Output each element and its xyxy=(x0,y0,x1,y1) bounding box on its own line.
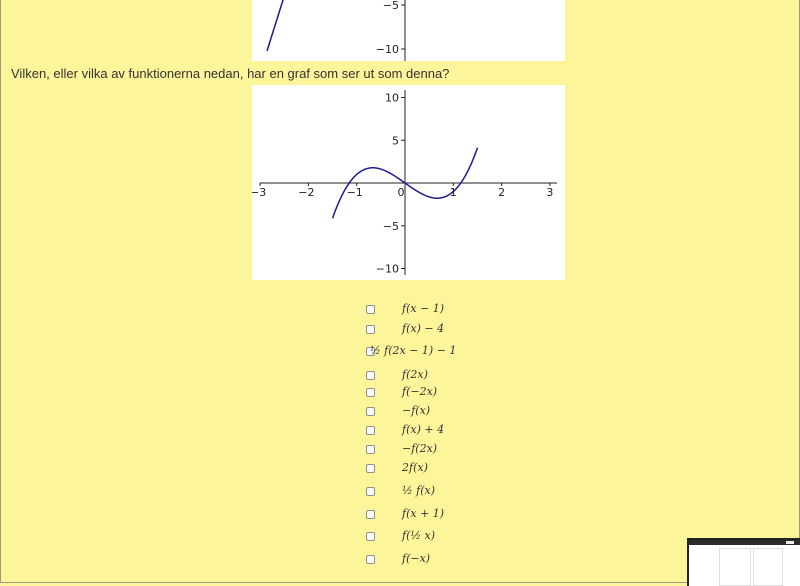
option-checkbox[interactable] xyxy=(366,531,375,541)
option-label: f(x − 1) xyxy=(402,302,445,315)
option-checkbox[interactable] xyxy=(366,554,375,564)
option-label: f(2x) xyxy=(402,368,428,381)
option-row[interactable]: f(2x) xyxy=(366,366,486,384)
option-checkbox[interactable] xyxy=(366,444,375,454)
x-tick-label: −3 xyxy=(252,186,266,199)
thumbnail-close-icon[interactable] xyxy=(786,541,794,544)
option-checkbox[interactable] xyxy=(366,486,375,496)
x-tick-label: 3 xyxy=(546,186,553,199)
graph-canvas: −3 −2 −1 0 1 2 3105−5−10 xyxy=(250,90,557,276)
option-checkbox[interactable] xyxy=(366,370,375,380)
option-checkbox[interactable] xyxy=(366,304,375,314)
option-checkbox[interactable] xyxy=(366,324,375,334)
option-label: f(½ x) xyxy=(402,529,436,542)
option-label: f(x) + 4 xyxy=(402,423,445,436)
question-text: Vilken, eller vilka av funktionerna neda… xyxy=(11,66,450,81)
option-checkbox[interactable] xyxy=(366,406,375,416)
option-label: f(x + 1) xyxy=(402,507,445,520)
option-row[interactable]: ½ f(2x − 1) − 1 xyxy=(366,342,486,360)
option-row[interactable]: f(−2x) xyxy=(366,383,486,401)
thumbnail-cell xyxy=(719,548,751,586)
x-tick-label: 2 xyxy=(498,186,505,199)
option-label: f(−2x) xyxy=(402,385,438,398)
previous-graph-canvas: −5 −10 xyxy=(266,0,406,61)
option-label: f(−x) xyxy=(402,552,431,565)
x-tick-label: 0 xyxy=(398,186,405,199)
screenshot-thumbnail[interactable] xyxy=(687,538,800,586)
option-label: f(x) − 4 xyxy=(402,322,445,335)
previous-graph-y-tick-label: −5 xyxy=(383,0,399,12)
option-row[interactable]: −f(x) xyxy=(366,402,486,420)
option-label: −f(2x) xyxy=(402,442,438,455)
y-tick-label: −10 xyxy=(376,263,399,276)
question-graph: −3 −2 −1 0 1 2 3 10 5 −5 −10 xyxy=(250,85,565,280)
x-tick-label: −2 xyxy=(298,186,314,199)
x-tick-label: −1 xyxy=(347,186,363,199)
option-row[interactable]: f(x) − 4 xyxy=(366,320,486,338)
previous-question-graph: −5 −10 xyxy=(252,0,565,61)
option-label: 2f(x) xyxy=(402,461,428,474)
option-label: ½ f(2x − 1) − 1 xyxy=(370,344,457,357)
option-label: −f(x) xyxy=(402,404,431,417)
option-checkbox[interactable] xyxy=(366,387,375,397)
option-row[interactable]: f(x + 1) xyxy=(366,505,486,523)
previous-graph-curve xyxy=(266,0,284,52)
option-row[interactable]: f(x − 1) xyxy=(366,300,486,318)
y-tick-label: −5 xyxy=(383,220,399,233)
previous-graph-y-tick-label: −10 xyxy=(376,43,399,56)
thumbnail-cell xyxy=(753,548,783,586)
option-checkbox[interactable] xyxy=(366,509,375,519)
option-row[interactable]: −f(2x) xyxy=(366,440,486,458)
option-checkbox[interactable] xyxy=(366,425,375,435)
option-row[interactable]: f(−x) xyxy=(366,550,486,568)
option-row[interactable]: f(x) + 4 xyxy=(366,421,486,439)
option-row[interactable]: f(½ x) xyxy=(366,527,486,545)
y-tick-label: 10 xyxy=(385,92,399,105)
thumbnail-titlebar xyxy=(689,540,800,545)
y-tick-label: 5 xyxy=(392,134,399,147)
option-row[interactable]: ½ f(x) xyxy=(366,482,486,500)
option-row[interactable]: 2f(x) xyxy=(366,459,486,477)
option-checkbox[interactable] xyxy=(366,463,375,473)
option-label: ½ f(x) xyxy=(402,484,436,497)
